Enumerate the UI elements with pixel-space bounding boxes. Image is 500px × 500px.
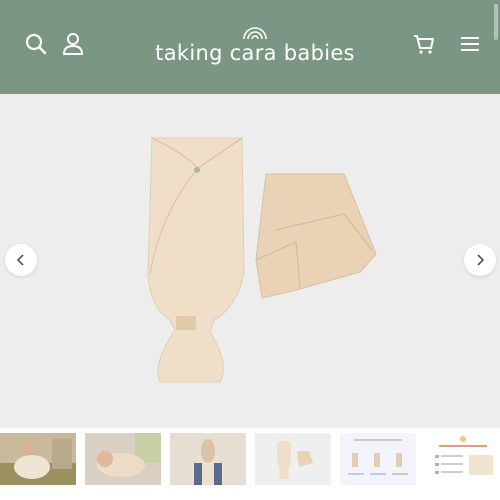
account-icon[interactable] bbox=[59, 30, 87, 58]
product-image-stage bbox=[0, 94, 500, 428]
site-header: taking cara babies bbox=[0, 0, 500, 94]
thumb-baby-held-up[interactable] bbox=[170, 433, 246, 485]
thumb-baby-on-bed[interactable] bbox=[85, 433, 161, 485]
next-image-button[interactable] bbox=[464, 244, 496, 276]
swaddle-wrap-image bbox=[255, 173, 377, 299]
scrollbar[interactable] bbox=[494, 4, 498, 40]
chevron-right-icon bbox=[477, 254, 485, 266]
rainbow-icon bbox=[243, 27, 267, 40]
chevron-left-icon bbox=[16, 254, 24, 266]
cart-icon[interactable] bbox=[410, 30, 438, 58]
thumb-product-flatlay[interactable] bbox=[255, 433, 331, 485]
previous-image-button[interactable] bbox=[5, 244, 37, 276]
brand-name: taking cara babies bbox=[155, 41, 355, 65]
thumbnail-strip bbox=[0, 433, 500, 489]
product-image bbox=[147, 137, 377, 383]
brand-logo[interactable]: taking cara babies bbox=[130, 20, 380, 70]
thumb-parent-holding-baby[interactable] bbox=[0, 433, 76, 485]
menu-icon[interactable] bbox=[456, 30, 484, 58]
thumb-instructions[interactable] bbox=[340, 433, 416, 485]
swaddle-sack-image bbox=[147, 137, 245, 383]
search-icon[interactable] bbox=[22, 30, 50, 58]
thumb-included-list[interactable] bbox=[425, 433, 500, 485]
